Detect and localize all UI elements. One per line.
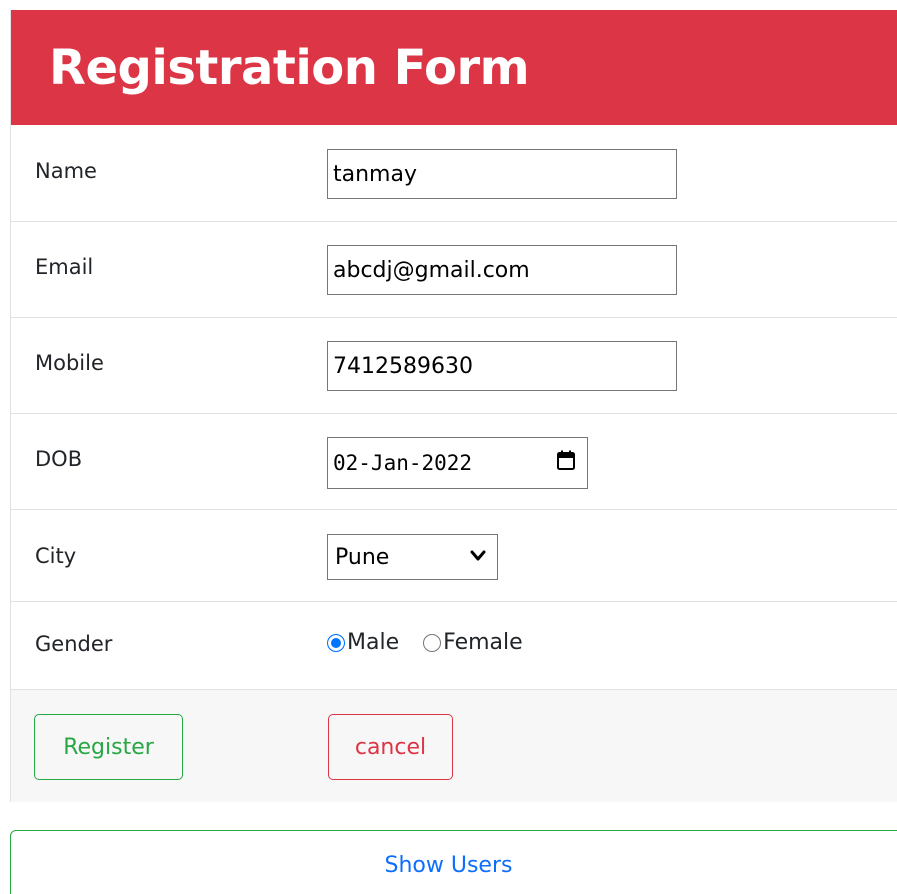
dob-input[interactable]: 02-Jan-2022 [327, 437, 588, 489]
chevron-down-icon [470, 550, 486, 561]
name-label: Name [35, 159, 97, 183]
name-row: Name tanmay [11, 125, 897, 222]
show-users-button[interactable]: Show Users [10, 830, 897, 894]
form-footer: Register cancel [11, 689, 897, 802]
city-selected-value: Pune [335, 544, 390, 570]
name-input[interactable]: tanmay [327, 149, 677, 199]
form-header: Registration Form [11, 10, 897, 125]
email-label: Email [35, 255, 94, 279]
register-button[interactable]: Register [34, 714, 183, 780]
gender-radio-group: Male Female [327, 630, 523, 655]
cancel-button[interactable]: cancel [328, 714, 453, 780]
gender-option-female[interactable]: Female [423, 630, 523, 655]
male-label: Male [347, 630, 400, 655]
city-row: City Pune [11, 510, 897, 602]
female-radio[interactable] [423, 633, 442, 652]
gender-row: Gender Male Female [11, 602, 897, 689]
calendar-icon[interactable] [557, 450, 575, 470]
email-row: Email abcdj@gmail.com [11, 222, 897, 318]
gender-option-male[interactable]: Male [327, 630, 399, 655]
mobile-row: Mobile 7412589630 [11, 318, 897, 414]
email-input[interactable]: abcdj@gmail.com [327, 245, 677, 295]
city-label: City [35, 544, 77, 568]
mobile-label: Mobile [35, 351, 104, 375]
form-title: Registration Form [49, 39, 530, 96]
page: Registration Form Name tanmay Email abcd… [0, 0, 897, 894]
dob-value: 02-Jan-2022 [333, 451, 473, 475]
male-radio[interactable] [327, 633, 345, 652]
mobile-input[interactable]: 7412589630 [327, 341, 677, 391]
city-select[interactable]: Pune [327, 534, 498, 580]
female-label: Female [443, 630, 523, 655]
show-users-label: Show Users [384, 853, 513, 878]
dob-row: DOB 02-Jan-2022 [11, 414, 897, 510]
registration-form: Registration Form Name tanmay Email abcd… [10, 10, 897, 802]
gender-label: Gender [35, 632, 113, 656]
dob-label: DOB [35, 447, 83, 471]
